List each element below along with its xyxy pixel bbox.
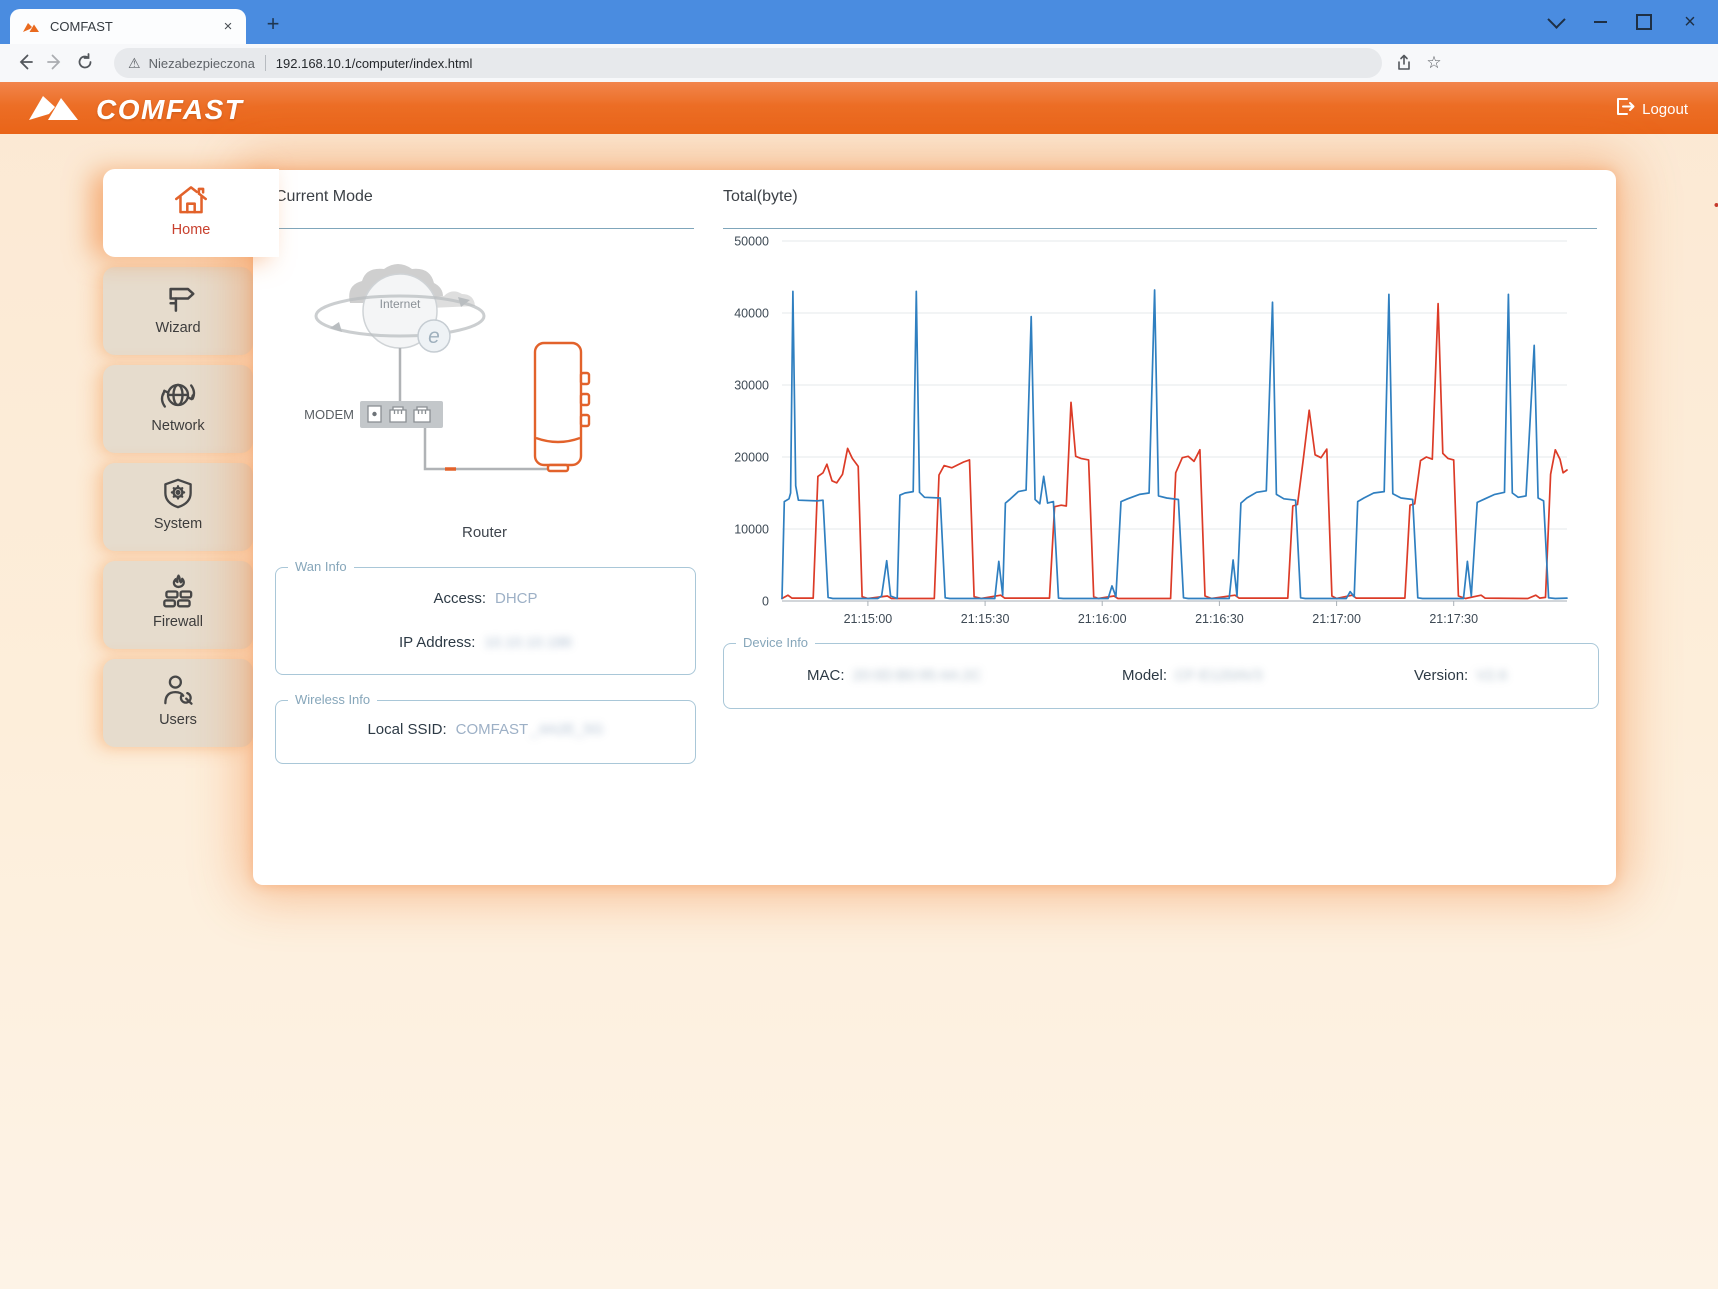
- user-wrench-icon: [158, 670, 198, 710]
- comfast-logo-icon: [26, 90, 84, 129]
- svg-text:0: 0: [762, 595, 769, 609]
- sidebar-item-label: Wizard: [155, 320, 200, 336]
- svg-text:21:17:30: 21:17:30: [1429, 612, 1478, 626]
- svg-text:21:16:30: 21:16:30: [1195, 612, 1244, 626]
- wireless-info-legend: Wireless Info: [288, 692, 377, 707]
- local-ssid-value-blurred: _4A2E_5G: [530, 721, 603, 738]
- comfast-favicon-icon: [22, 20, 40, 34]
- sidebar-item-users[interactable]: Users: [103, 659, 253, 747]
- svg-text:21:17:00: 21:17:00: [1312, 612, 1361, 626]
- sidebar-item-home[interactable]: Home: [103, 169, 279, 257]
- sidebar-item-label: Firewall: [153, 614, 203, 630]
- wan-info-legend: Wan Info: [288, 559, 354, 574]
- sidebar-item-network[interactable]: Network: [103, 365, 253, 453]
- device-info-legend: Device Info: [736, 635, 815, 650]
- tab-title: COMFAST: [50, 19, 218, 34]
- address-divider: [265, 55, 266, 71]
- network-topology-diagram: Internet e MODEM: [290, 248, 620, 488]
- url-text: 192.168.10.1/computer/index.html: [276, 56, 473, 71]
- cpe-router-device: [535, 343, 589, 471]
- share-icon[interactable]: [1390, 49, 1418, 77]
- tab-close-icon[interactable]: ×: [218, 17, 238, 37]
- sidebar-item-label: Users: [159, 712, 197, 728]
- sidebar-item-wizard[interactable]: Wizard: [103, 267, 253, 355]
- comfast-brand: COMFAST: [26, 90, 243, 129]
- window-maximize-icon[interactable]: [1622, 0, 1666, 44]
- shield-gear-icon: [158, 474, 198, 514]
- sidebar-item-label: Network: [151, 418, 204, 434]
- svg-text:20000: 20000: [734, 451, 769, 465]
- logout-label: Logout: [1642, 101, 1688, 118]
- window-close-icon[interactable]: ×: [1668, 0, 1712, 44]
- internet-e-glyph: e: [428, 325, 440, 348]
- internet-label: Internet: [380, 297, 421, 311]
- app-header: COMFAST Logout: [0, 82, 1718, 134]
- current-mode-divider: [275, 228, 694, 229]
- forward-button[interactable]: [40, 47, 70, 77]
- local-ssid-label: Local SSID:: [367, 721, 446, 738]
- sidebar-item-system[interactable]: System: [103, 463, 253, 551]
- version-label: Version:: [1414, 667, 1468, 684]
- browser-window: COMFAST × + × ⚠ Niezabezpieczona 192.168…: [0, 0, 1718, 1289]
- home-icon: [171, 180, 211, 220]
- window-chevron-down-icon[interactable]: [1534, 0, 1578, 44]
- browser-tab-strip: COMFAST × + ×: [0, 0, 1718, 44]
- wan-ip-label: IP Address:: [399, 634, 475, 651]
- model-value: CF-E120AV3: [1175, 667, 1262, 684]
- current-mode-title: Current Mode: [275, 188, 373, 206]
- reload-button[interactable]: [70, 47, 100, 77]
- svg-text:21:16:00: 21:16:00: [1078, 612, 1127, 626]
- svg-text:50000: 50000: [734, 235, 769, 249]
- svg-text:21:15:30: 21:15:30: [961, 612, 1010, 626]
- logout-button[interactable]: Logout: [1614, 96, 1688, 122]
- svg-text:30000: 30000: [734, 379, 769, 393]
- new-tab-button[interactable]: +: [258, 10, 288, 40]
- bookmark-star-icon[interactable]: ☆: [1420, 49, 1448, 77]
- up-dot-icon: •: [1714, 197, 1718, 214]
- local-ssid-value: COMFAST: [456, 721, 529, 738]
- main-card: Current Mode Internet e MODEM: [253, 170, 1616, 885]
- svg-text:10000: 10000: [734, 523, 769, 537]
- model-label: Model:: [1122, 667, 1167, 684]
- not-secure-warning-icon: ⚠: [128, 55, 141, 72]
- security-label: Niezabezpieczona: [149, 56, 255, 71]
- brand-text: COMFAST: [96, 94, 243, 126]
- modem-label: MODEM: [304, 407, 354, 422]
- firewall-icon: [158, 572, 198, 612]
- sidebar-item-label: Home: [172, 222, 211, 238]
- browser-toolbar: ⚠ Niezabezpieczona 192.168.10.1/computer…: [0, 44, 1718, 83]
- wan-access-label: Access:: [433, 590, 486, 607]
- sidebar-item-label: System: [154, 516, 202, 532]
- chart-legend: •Up •Down: [1450, 197, 1718, 214]
- wan-ip-value: 10.10.10.186: [484, 634, 572, 651]
- wireless-info-box: Wireless Info Local SSID:COMFAST_4A2E_5G: [275, 700, 696, 764]
- logout-icon: [1614, 96, 1635, 122]
- mac-value: 20:0D:B0:95:4A:2C: [853, 667, 982, 684]
- sidebar-item-firewall[interactable]: Firewall: [103, 561, 253, 649]
- wan-info-box: Wan Info Access:DHCP IP Address:10.10.10…: [275, 567, 696, 675]
- mac-label: MAC:: [807, 667, 845, 684]
- wan-access-value: DHCP: [495, 590, 538, 607]
- address-bar[interactable]: ⚠ Niezabezpieczona 192.168.10.1/computer…: [114, 48, 1382, 78]
- legend-up[interactable]: •Up: [1704, 197, 1718, 213]
- traffic-line-chart: 0 10000 20000 30000 40000 50000 21:15:00 21:15:…: [713, 228, 1603, 628]
- browser-tab[interactable]: COMFAST ×: [10, 9, 246, 44]
- globe-icon: [158, 376, 198, 416]
- svg-text:40000: 40000: [734, 307, 769, 321]
- version-value: V2.6: [1476, 667, 1507, 684]
- chart-title: Total(byte): [723, 188, 798, 206]
- back-button[interactable]: [10, 47, 40, 77]
- window-minimize-icon[interactable]: [1578, 0, 1622, 44]
- current-mode-value: Router: [275, 524, 694, 541]
- svg-text:21:15:00: 21:15:00: [844, 612, 893, 626]
- device-info-box: Device Info MAC:20:0D:B0:95:4A:2C Model:…: [723, 643, 1599, 709]
- signpost-icon: [158, 278, 198, 318]
